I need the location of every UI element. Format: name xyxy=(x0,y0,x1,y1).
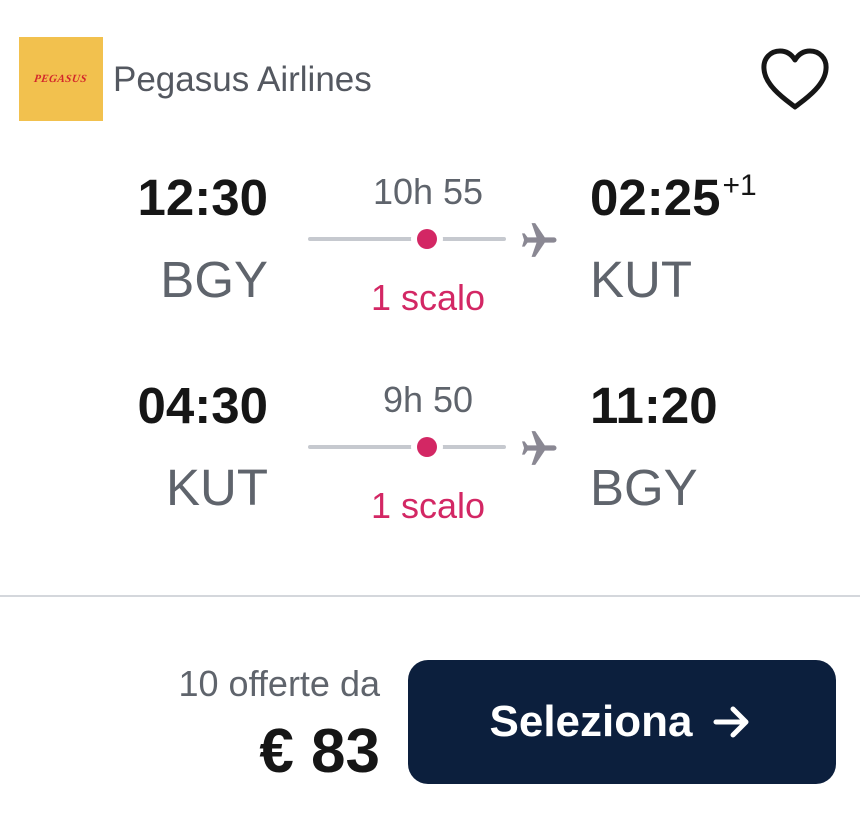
arrival-airport: BGY xyxy=(590,459,698,516)
flight-result-card[interactable]: PEGASUS Pegasus Airlines 12:30 BGY 10h 5… xyxy=(0,0,860,814)
arrival-time-value: 02:25 xyxy=(590,169,721,226)
stop-dot xyxy=(417,437,437,457)
return-leg: 04:30 KUT 9h 50 1 scalo 11:20 BGY xyxy=(0,368,860,528)
plane-icon xyxy=(522,223,557,257)
divider xyxy=(0,595,860,597)
airline-logo-text: PEGASUS xyxy=(33,73,89,85)
select-button-label: Seleziona xyxy=(489,697,693,746)
stops-count: 1 scalo xyxy=(370,277,486,318)
stop-dot xyxy=(417,229,437,249)
plane-icon xyxy=(522,431,557,465)
arrow-right-icon xyxy=(710,700,754,744)
airline-logo: PEGASUS xyxy=(19,37,103,121)
airline-name: Pegasus Airlines xyxy=(113,60,372,99)
offers-count: 10 offerte da xyxy=(178,663,381,704)
price: € 83 xyxy=(259,717,380,786)
arrival-airport: KUT xyxy=(590,251,692,308)
outbound-leg: 12:30 BGY 10h 55 1 scalo 02:25+1 KUT xyxy=(0,160,860,320)
favorite-button[interactable] xyxy=(757,44,833,116)
select-button[interactable]: Seleziona xyxy=(408,660,836,784)
flight-duration: 10h 55 xyxy=(372,171,484,212)
flight-duration: 9h 50 xyxy=(382,379,474,420)
route-line xyxy=(308,445,506,449)
arrival-time: 11:20 xyxy=(590,377,718,434)
heart-outline-icon xyxy=(761,48,829,110)
route-line xyxy=(308,237,506,241)
day-offset: +1 xyxy=(722,169,757,202)
stops-count: 1 scalo xyxy=(370,485,486,526)
arrival-time: 02:25+1 xyxy=(590,169,757,234)
